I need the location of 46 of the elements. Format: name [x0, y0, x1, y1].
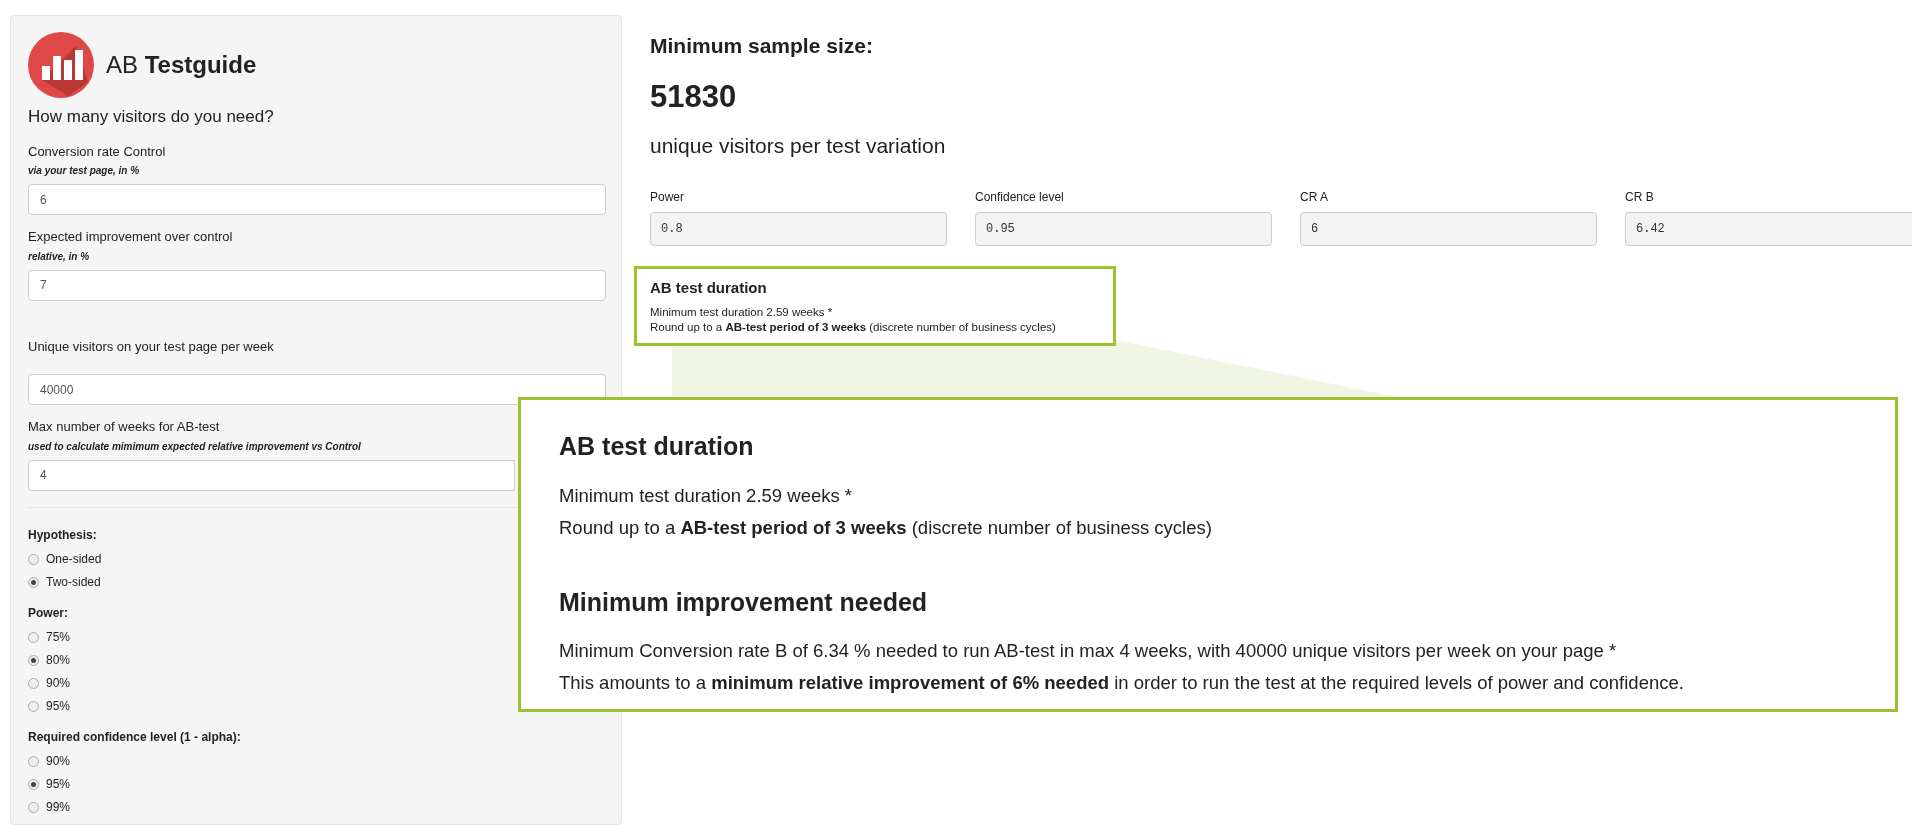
field-label: Max number of weeks for AB-test: [28, 418, 221, 436]
sample-size-value: 51830: [650, 77, 738, 116]
radio-option[interactable]: 90%: [28, 749, 71, 773]
duration-text: Minimum test duration 2.59 weeks *: [650, 305, 834, 320]
radio-group-title: Required confidence level (1 - alpha):: [28, 728, 241, 746]
radio-option[interactable]: 75%: [28, 625, 71, 649]
number-field[interactable]: 4: [28, 459, 515, 491]
output-label: CR A: [1300, 188, 1329, 206]
radio-option[interactable]: Two-sided: [28, 570, 101, 594]
callout-text: Minimum test duration 2.59 weeks *: [559, 483, 854, 508]
field-hint: via your test page, in %: [28, 164, 140, 178]
field-label: Unique visitors on your test page per week: [28, 337, 275, 356]
callout-title: Minimum improvement needed: [559, 586, 929, 618]
logo-icon: [28, 32, 94, 98]
radio-option[interactable]: 95%: [28, 772, 71, 796]
field-label: Conversion rate Control: [28, 142, 167, 161]
field-hint: used to calculate mimimum expected relative improvement vs Control: [28, 439, 361, 454]
number-field[interactable]: 40000: [28, 374, 606, 405]
callout-title: AB test duration: [559, 431, 755, 462]
callout-text: Minimum Conversion rate B of 6.34 % needed to run AB-test in max 4 weeks, with 40000 unique visitors per week on your page *: [559, 639, 1618, 663]
output-label: CR B: [1625, 188, 1655, 206]
result-title: Minimum sample size:: [650, 33, 874, 59]
form-heading: How many visitors do you need?: [28, 106, 275, 128]
field-label: Expected improvement over control: [28, 228, 234, 246]
output-field: 0.95: [975, 211, 1272, 246]
radio-group-title: Hypothesis:: [28, 526, 97, 544]
radio-option[interactable]: 95%: [28, 694, 71, 718]
duration-title: AB test duration: [650, 277, 768, 298]
logo-text: AB Testguide: [106, 50, 257, 80]
output-field: 6.42: [1625, 211, 1912, 246]
radio-group-title: Power:: [28, 604, 68, 622]
field-hint: relative, in %: [28, 249, 90, 264]
result-subtitle: unique visitors per test variation: [650, 133, 947, 159]
radio-option[interactable]: One-sided: [28, 547, 102, 571]
output-field: 6: [1300, 211, 1597, 246]
number-field[interactable]: 7: [28, 269, 606, 301]
number-field[interactable]: 6: [28, 184, 606, 215]
output-field: 0.8: [650, 211, 947, 246]
output-label: Power: [650, 188, 685, 206]
output-label: Confidence level: [975, 188, 1065, 206]
callout-text: This amounts to a minimum relative improvement of 6% needed in order to run the test at the required levels of power and confidence.: [559, 671, 1685, 695]
radio-option[interactable]: 90%: [28, 671, 71, 695]
radio-option[interactable]: 80%: [28, 648, 71, 672]
duration-text: Round up to a AB-test period of 3 weeks (discrete number of business cycles): [650, 320, 1057, 335]
radio-option[interactable]: 99%: [28, 795, 71, 819]
callout-text: Round up to a AB-test period of 3 weeks (discrete number of business cycles): [559, 515, 1213, 540]
